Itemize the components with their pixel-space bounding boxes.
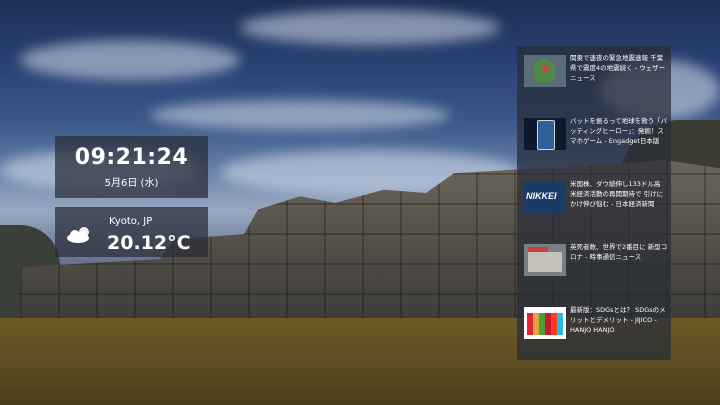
sdgs-color-grid xyxy=(527,313,563,335)
sign-image xyxy=(528,247,548,252)
news-headline: バットを振るって地球を救う「バッティングヒーロー」：発掘！スマホゲーム - En… xyxy=(570,117,668,145)
news-feed: 関東で速夜の緊急地震速報 千葉県で震度4の地震続く - ウェザーニュース バット… xyxy=(517,46,671,360)
partly-cloudy-icon xyxy=(67,227,89,243)
epicenter-marker xyxy=(542,65,549,72)
sdgs-grid-thumbnail xyxy=(524,307,566,339)
news-item[interactable]: バットを振るって地球を救う「バッティングヒーロー」：発掘！スマホゲーム - En… xyxy=(524,117,668,166)
phone-game-thumbnail xyxy=(524,118,566,150)
news-headline: 最新版：SDGsとは？ SDGsのメリットとデメリット - JIJICO - H… xyxy=(570,306,666,334)
cloud xyxy=(20,40,240,80)
cloud xyxy=(150,100,450,130)
building-image xyxy=(528,252,562,272)
news-item[interactable]: 英死者数、世界で2番目に 新型コロナ - 時事通信ニュース xyxy=(524,243,668,292)
news-item[interactable]: NIKKEI 米国株、ダウ続伸し133ドル高 米経済活動の再開期待で 引けにかけ… xyxy=(524,180,668,229)
clock-time: 09:21:24 xyxy=(74,145,189,170)
clock-date: 5月6日 (水) xyxy=(104,178,159,189)
nikkei-logo-thumbnail: NIKKEI xyxy=(524,181,566,213)
news-headline: 英死者数、世界で2番目に 新型コロナ - 時事通信ニュース xyxy=(570,243,668,261)
weather-temperature: 20.12°C xyxy=(107,232,191,254)
phone-image xyxy=(537,120,555,150)
nikkei-logo: NIKKEI xyxy=(526,191,557,201)
earthquake-map-thumbnail xyxy=(524,55,566,87)
weather-location: Kyoto, JP xyxy=(109,216,153,227)
news-headline: 関東で速夜の緊急地震速報 千葉県で震度4の地震続く - ウェザーニュース xyxy=(570,54,666,82)
news-headline: 米国株、ダウ続伸し133ドル高 米経済活動の再開期待で 引けにかけ伸び悩む - … xyxy=(570,180,664,208)
news-item[interactable]: 関東で速夜の緊急地震速報 千葉県で震度4の地震続く - ウェザーニュース xyxy=(524,54,668,103)
weather-widget: Kyoto, JP 20.12°C xyxy=(55,207,208,257)
news-item[interactable]: 最新版：SDGsとは？ SDGsのメリットとデメリット - JIJICO - H… xyxy=(524,306,668,355)
clock-widget: 09:21:24 5月6日 (水) xyxy=(55,136,208,198)
cloud xyxy=(240,10,500,45)
news-photo-thumbnail xyxy=(524,244,566,276)
